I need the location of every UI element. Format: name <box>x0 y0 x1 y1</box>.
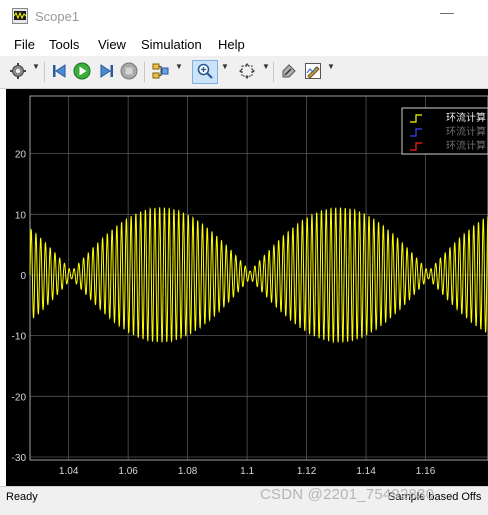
status-ready-text: Ready <box>6 491 38 503</box>
highlight-icon[interactable] <box>280 62 298 80</box>
y-tick-label: 10 <box>15 210 27 221</box>
fit-view-icon[interactable] <box>238 62 256 80</box>
window-title: Scope1 <box>35 9 80 24</box>
y-tick-label: 20 <box>15 150 27 161</box>
run-icon[interactable] <box>73 62 91 80</box>
scope-chart[interactable]: 1.04 1.06 1.08 1.1 1.12 1.14 1.16 -30 -20 -10 0 10 2… <box>6 89 488 486</box>
style-dropdown-arrow[interactable]: ▼ <box>327 62 335 71</box>
signal-selector-icon[interactable] <box>151 62 169 80</box>
minimize-button[interactable]: — <box>440 4 454 20</box>
style-icon[interactable] <box>304 62 322 80</box>
x-tick-label: 1.14 <box>356 466 376 477</box>
x-tick-label: 1.08 <box>178 466 198 477</box>
x-tick-label: 1.06 <box>118 466 138 477</box>
stop-icon[interactable] <box>120 62 138 80</box>
step-back-icon[interactable] <box>51 62 69 80</box>
menu-tools[interactable]: Tools <box>49 37 79 52</box>
y-tick-label: -10 <box>12 332 27 343</box>
step-forward-icon[interactable] <box>97 62 115 80</box>
menu-simulation[interactable]: Simulation <box>141 37 202 52</box>
x-tick-label: 1.12 <box>297 466 317 477</box>
legend-label: 环流计算 <box>446 111 486 124</box>
toolbar-divider <box>144 62 145 82</box>
scope-plot-area[interactable]: 1.04 1.06 1.08 1.1 1.12 1.14 1.16 -30 -20 -10 0 10 2… <box>6 89 488 486</box>
y-tick-label: -30 <box>12 453 27 464</box>
y-tick-label: -20 <box>12 392 27 403</box>
menu-bar: File Tools View Simulation Help <box>0 34 488 56</box>
toolbar: ▼ ▼ ▼ ▼ ▼ <box>0 56 488 89</box>
legend-label: 环流计算 <box>446 139 486 152</box>
x-tick-label: 1.16 <box>416 466 436 477</box>
signal-selector-dropdown-arrow[interactable]: ▼ <box>175 62 183 71</box>
x-tick-label: 1.1 <box>240 466 254 477</box>
fit-view-dropdown-arrow[interactable]: ▼ <box>262 62 270 71</box>
x-tick-label: 1.04 <box>59 466 79 477</box>
watermark-text: CSDN @2201_75492830 <box>260 486 435 503</box>
zoom-dropdown-arrow[interactable]: ▼ <box>221 62 229 71</box>
title-bar: Scope1 — <box>0 0 488 34</box>
scope-app-icon <box>12 8 28 24</box>
legend-label: 环流计算 <box>446 125 486 138</box>
menu-file[interactable]: File <box>14 37 35 52</box>
y-tick-label: 0 <box>20 271 26 282</box>
gear-icon[interactable] <box>9 62 27 80</box>
toolbar-divider <box>44 62 45 82</box>
settings-dropdown-arrow[interactable]: ▼ <box>32 62 40 71</box>
zoom-icon[interactable] <box>196 62 214 80</box>
toolbar-divider <box>273 62 274 82</box>
menu-help[interactable]: Help <box>218 37 245 52</box>
menu-view[interactable]: View <box>98 37 126 52</box>
